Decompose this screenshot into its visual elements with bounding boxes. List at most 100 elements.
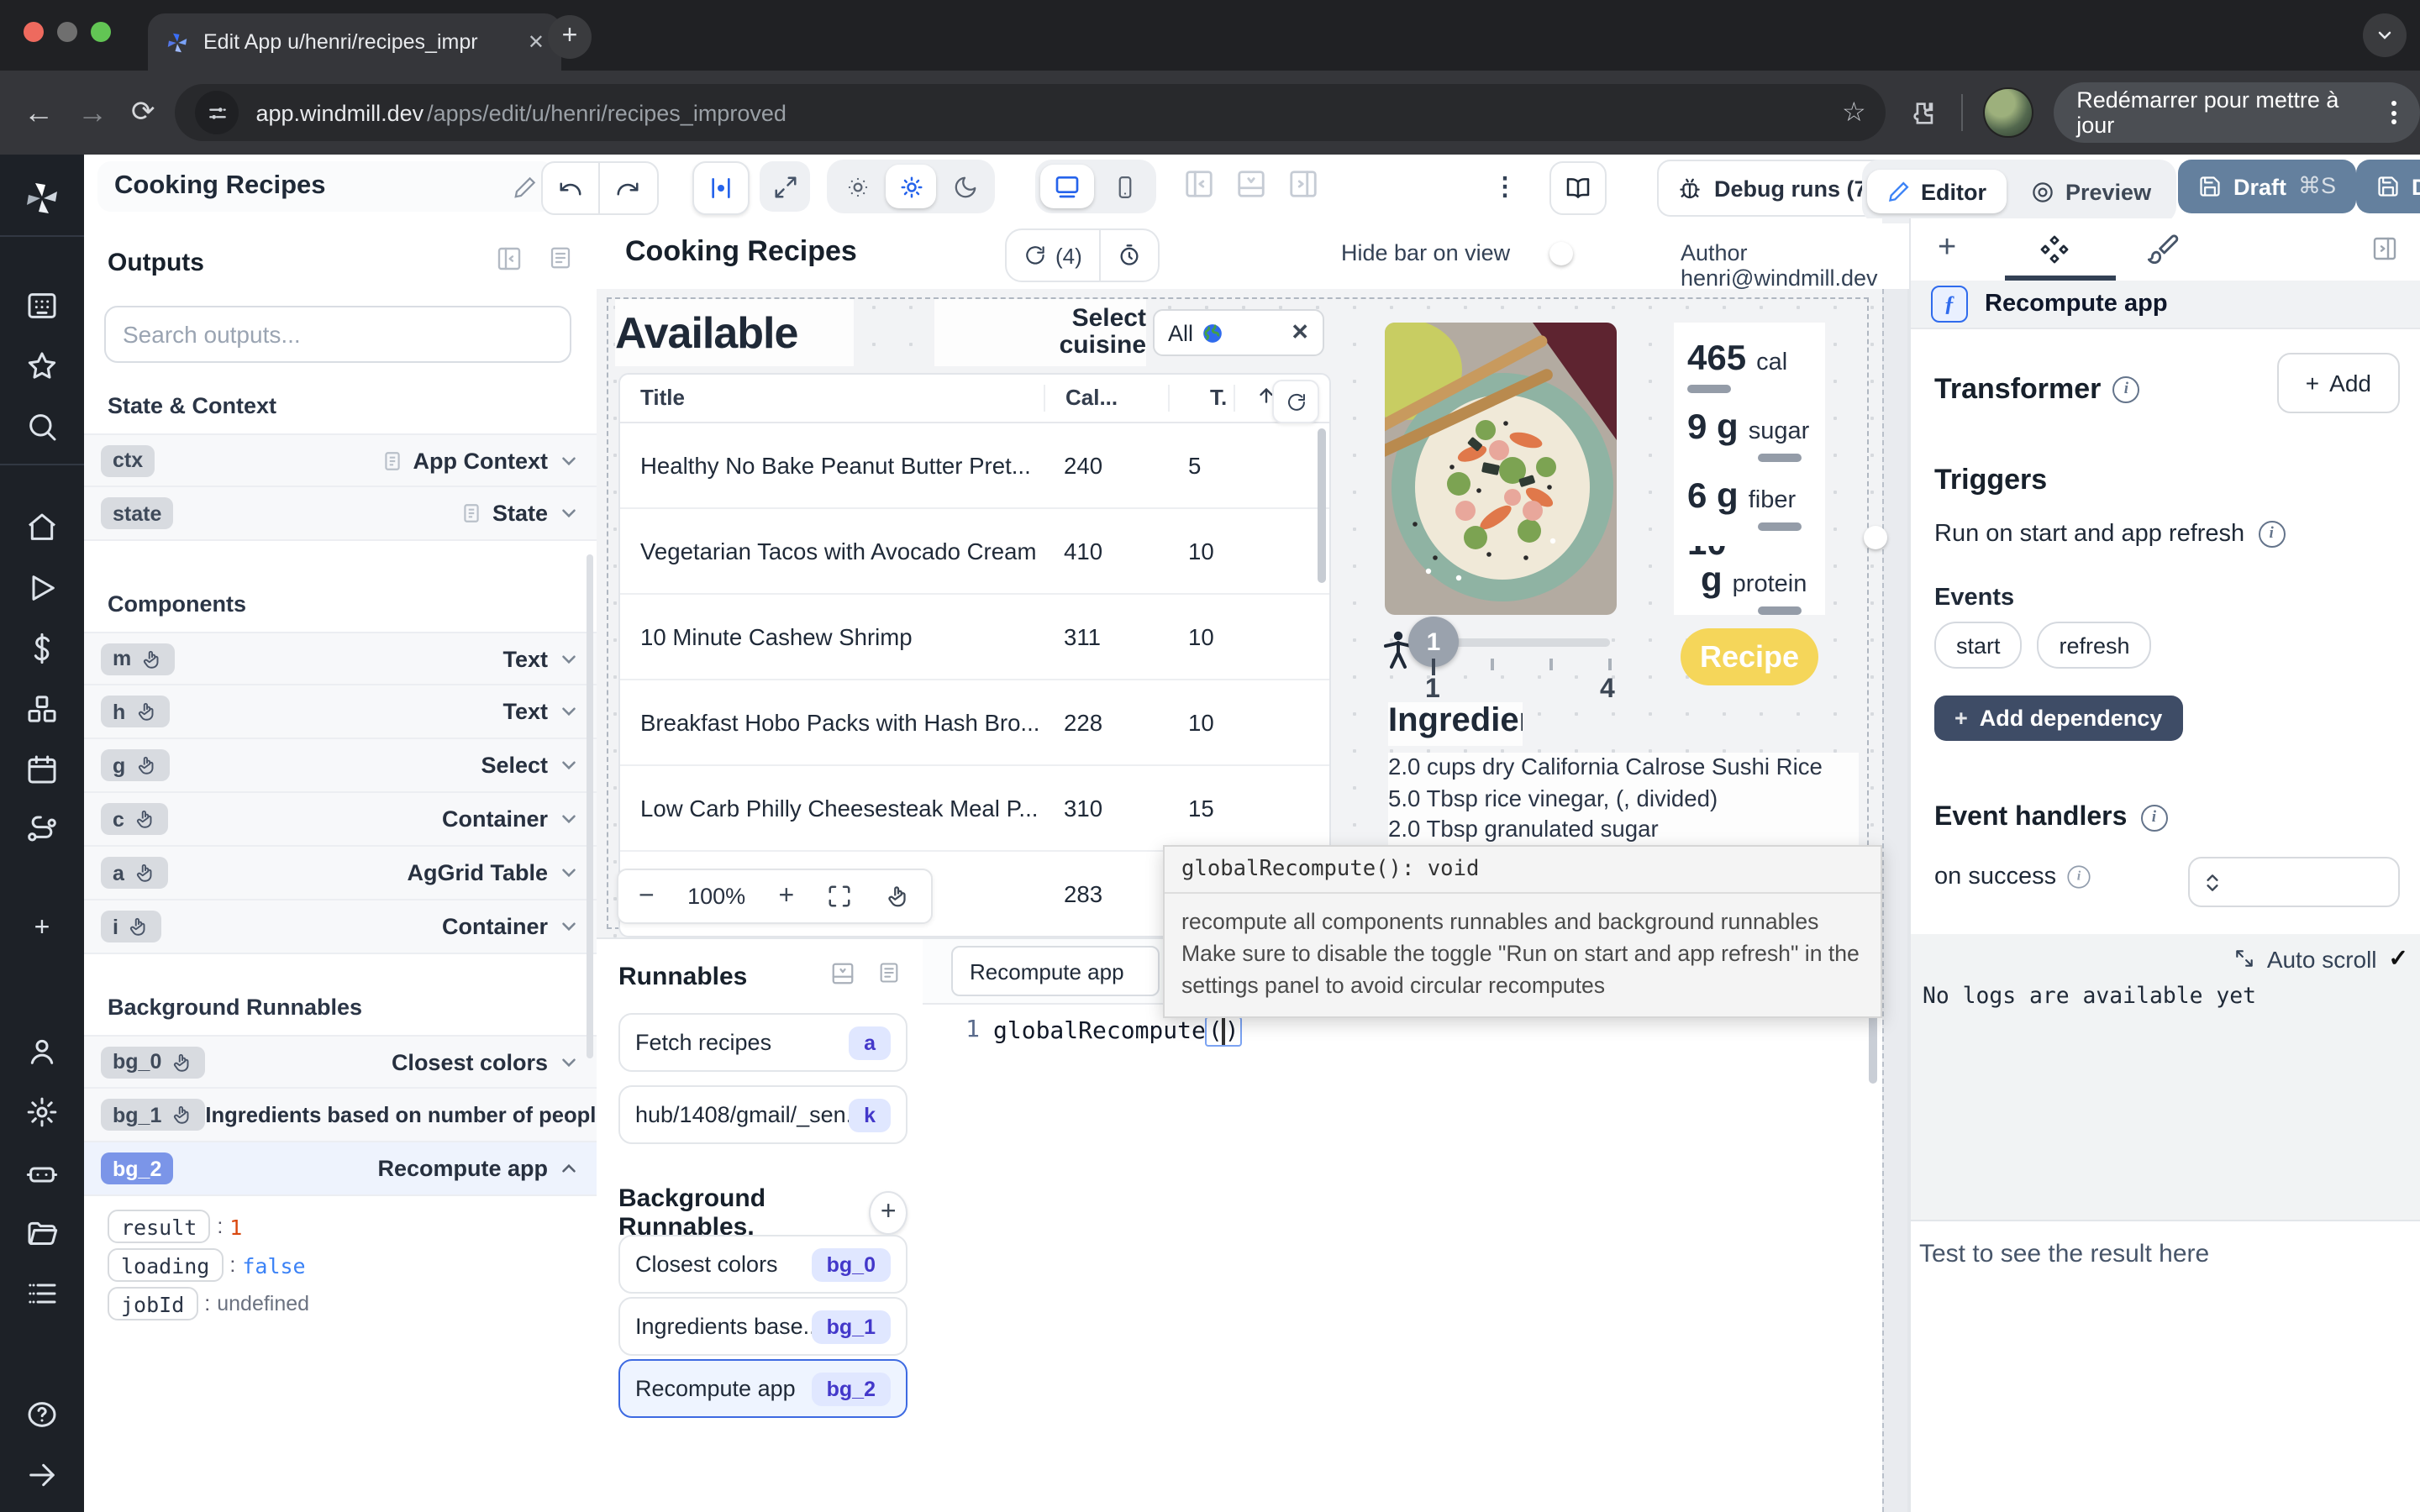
zoom-out-icon[interactable]: −: [639, 881, 655, 911]
table-row[interactable]: Healthy No Bake Peanut Butter Pret...240…: [620, 423, 1329, 509]
table-scrollbar[interactable]: [1318, 428, 1326, 583]
add-transformer-button[interactable]: +Add: [2277, 353, 2400, 413]
rail-add-icon[interactable]: +: [0, 914, 84, 944]
auto-scroll-label[interactable]: Auto scroll: [2267, 945, 2377, 972]
app-refresh-button[interactable]: (4): [1007, 230, 1099, 281]
forward-icon[interactable]: →: [77, 95, 108, 130]
output-row-h[interactable]: h Text: [84, 685, 597, 739]
site-info-icon[interactable]: [196, 91, 239, 134]
cuisine-select[interactable]: All ✕: [1153, 309, 1324, 356]
edit-title-pencil-icon[interactable]: [513, 174, 538, 199]
runnable-fetch-recipes[interactable]: Fetch recipesa: [618, 1013, 908, 1072]
browser-tab[interactable]: Edit App u/henri/recipes_impr ✕: [148, 13, 561, 71]
add-background-runnable-button[interactable]: +: [869, 1191, 908, 1235]
back-icon[interactable]: ←: [24, 95, 54, 130]
event-chip-refresh[interactable]: refresh: [2038, 622, 2152, 669]
output-row-g[interactable]: g Select: [84, 739, 597, 793]
rail-home-icon[interactable]: [0, 511, 84, 544]
collapse-bottom-icon[interactable]: [830, 961, 855, 986]
styling-tab-icon[interactable]: [2146, 232, 2180, 265]
on-success-info-icon[interactable]: i: [2066, 865, 2089, 888]
bg-runnable-ingredients[interactable]: Ingredients base...bg_1: [618, 1297, 908, 1356]
table-row[interactable]: Breakfast Hobo Packs with Hash Bro...228…: [620, 680, 1329, 766]
col-calories[interactable]: Cal...: [1044, 385, 1168, 412]
chrome-menu-icon[interactable]: [2391, 101, 2396, 124]
tab-editor[interactable]: Editor: [1867, 170, 2007, 213]
output-row-i[interactable]: i Container: [84, 900, 597, 954]
window-zoom-button[interactable]: [91, 22, 111, 42]
rail-folders-icon[interactable]: [0, 1216, 84, 1250]
transformer-info-icon[interactable]: i: [2112, 376, 2139, 403]
recipe-button[interactable]: Recipe: [1681, 628, 1818, 685]
tab-close-icon[interactable]: ✕: [528, 30, 544, 54]
auto-scroll-check-icon[interactable]: ✓: [2389, 944, 2408, 973]
rail-flows-icon[interactable]: [0, 813, 84, 847]
rail-runs-icon[interactable]: [0, 571, 84, 605]
rail-help-icon[interactable]: [0, 1398, 84, 1431]
add-dependency-button[interactable]: +Add dependency: [1934, 696, 2182, 741]
windmill-logo-icon[interactable]: [0, 178, 84, 218]
chrome-update-button[interactable]: Redémarrer pour mettre à jour: [2053, 82, 2420, 143]
collapse-panel-icon[interactable]: [496, 245, 523, 272]
bookmark-star-icon[interactable]: ☆: [1842, 96, 1866, 129]
code-line[interactable]: globalRecompute(): [993, 1016, 1242, 1047]
window-close-button[interactable]: [24, 22, 44, 42]
panel-resizer[interactable]: [1882, 289, 1909, 1512]
rail-apps-icon[interactable]: [0, 289, 84, 323]
table-refresh-button[interactable]: [1272, 380, 1319, 423]
profile-avatar[interactable]: [1984, 87, 2033, 138]
draft-button[interactable]: Draft ⌘S: [2178, 160, 2356, 213]
fullscreen-button[interactable]: [760, 161, 810, 212]
reload-icon[interactable]: ⟳: [131, 96, 155, 129]
editor-tab[interactable]: Recompute app: [951, 946, 1160, 996]
rail-users-icon[interactable]: [0, 1035, 84, 1068]
zoom-in-icon[interactable]: +: [779, 881, 795, 911]
more-menu-icon[interactable]: ⋮: [1492, 171, 1518, 202]
new-tab-button[interactable]: +: [548, 15, 592, 59]
rail-logs-icon[interactable]: [0, 1277, 84, 1310]
runnable-hub-script[interactable]: hub/1408/gmail/_sen...k: [618, 1085, 908, 1144]
desktop-view-icon[interactable]: [1040, 165, 1094, 208]
doc-icon[interactable]: [877, 961, 901, 984]
event-handlers-info-icon[interactable]: i: [2140, 805, 2167, 832]
deploy-button[interactable]: Deploy: [2356, 160, 2420, 213]
search-outputs-input[interactable]: [104, 306, 571, 363]
history-timer-icon[interactable]: [1101, 230, 1158, 281]
fit-view-icon[interactable]: [828, 884, 853, 909]
toggle-right-panel-icon[interactable]: [1287, 168, 1319, 200]
theme-dark-icon[interactable]: [939, 165, 990, 208]
output-row-a[interactable]: a AgGrid Table: [84, 847, 597, 900]
app-canvas[interactable]: Available Selectcuisine All ✕ Title Cal.…: [597, 289, 1882, 937]
rail-variables-icon[interactable]: [0, 632, 84, 665]
address-bar[interactable]: app.windmill.dev/apps/edit/u/henri/recip…: [176, 84, 1886, 141]
clear-select-icon[interactable]: ✕: [1291, 319, 1309, 346]
rail-favorites-icon[interactable]: [0, 349, 84, 383]
outputs-scrollbar[interactable]: [587, 554, 593, 1058]
pan-hand-icon[interactable]: [886, 884, 911, 909]
doc-panel-icon[interactable]: [548, 245, 573, 270]
output-row-state[interactable]: state State: [84, 487, 597, 541]
collapse-right-panel-icon[interactable]: [2371, 235, 2398, 262]
toggle-left-panel-icon[interactable]: [1183, 168, 1215, 200]
output-row-ctx[interactable]: ctx App Context: [84, 433, 597, 487]
rail-search-icon[interactable]: [0, 410, 84, 444]
rail-settings-icon[interactable]: [0, 1095, 84, 1129]
docs-book-icon[interactable]: [1549, 161, 1607, 215]
rail-resources-icon[interactable]: [0, 692, 84, 726]
toggle-bottom-panel-icon[interactable]: [1235, 168, 1267, 200]
expand-logs-icon[interactable]: [2233, 948, 2255, 969]
event-chip-start[interactable]: start: [1934, 622, 2023, 669]
bg-runnable-recompute-app[interactable]: Recompute appbg_2: [618, 1359, 908, 1418]
run-on-start-info-icon[interactable]: i: [2258, 521, 2285, 548]
rail-schedules-icon[interactable]: [0, 753, 84, 786]
bg-runnable-closest-colors[interactable]: Closest colorsbg_0: [618, 1235, 908, 1294]
undo-button[interactable]: [543, 163, 598, 213]
insert-component-tab[interactable]: +: [1938, 232, 1956, 264]
theme-light-icon[interactable]: [886, 165, 936, 208]
redo-button[interactable]: [600, 163, 655, 213]
debug-runs-button[interactable]: Debug runs (7): [1657, 160, 1895, 217]
app-title-field[interactable]: Cooking Recipes: [97, 161, 555, 212]
output-row-bg2-selected[interactable]: bg_2 Recompute app: [84, 1142, 597, 1196]
window-minimize-button[interactable]: [57, 22, 77, 42]
table-row[interactable]: Low Carb Philly Cheesesteak Meal P...310…: [620, 766, 1329, 852]
